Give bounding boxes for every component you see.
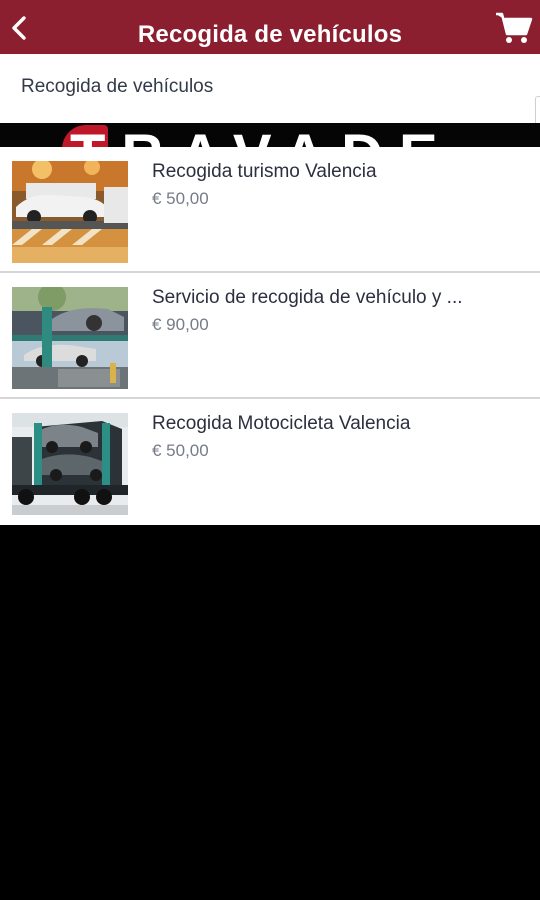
product-price: € 90,00 [152, 315, 209, 334]
app-bar: Recogida de vehículos [0, 0, 540, 54]
product-price: € 50,00 [152, 189, 209, 208]
cart-button[interactable] [494, 10, 534, 46]
scroll-edge [535, 96, 540, 123]
page-title: Recogida de vehículos [137, 21, 403, 48]
product-image [12, 287, 128, 389]
product-item[interactable]: Recogida Motocicleta Valencia € 50,00 [0, 399, 540, 525]
shopping-cart-icon [496, 12, 533, 43]
category-header: Recogida de vehículos [0, 54, 540, 123]
product-price: € 50,00 [152, 441, 209, 460]
product-list: Recogida turismo Valencia € 50,00 Servic… [0, 147, 540, 525]
brand-banner: TRAVADE [0, 123, 540, 147]
product-item[interactable]: Servicio de recogida de vehículo y ... €… [0, 273, 540, 399]
screen: Recogida de vehículos Recogida de vehícu… [0, 0, 540, 900]
product-image [12, 161, 128, 263]
product-title: Recogida Motocicleta Valencia [152, 413, 411, 434]
product-title: Servicio de recogida de vehículo y ... [152, 287, 463, 308]
product-item[interactable]: Recogida turismo Valencia € 50,00 [0, 147, 540, 273]
product-image [12, 413, 128, 515]
banner-logo-text: TRAVADE [70, 127, 454, 148]
product-title: Recogida turismo Valencia [152, 161, 377, 182]
category-title: Recogida de vehículos [21, 76, 214, 97]
